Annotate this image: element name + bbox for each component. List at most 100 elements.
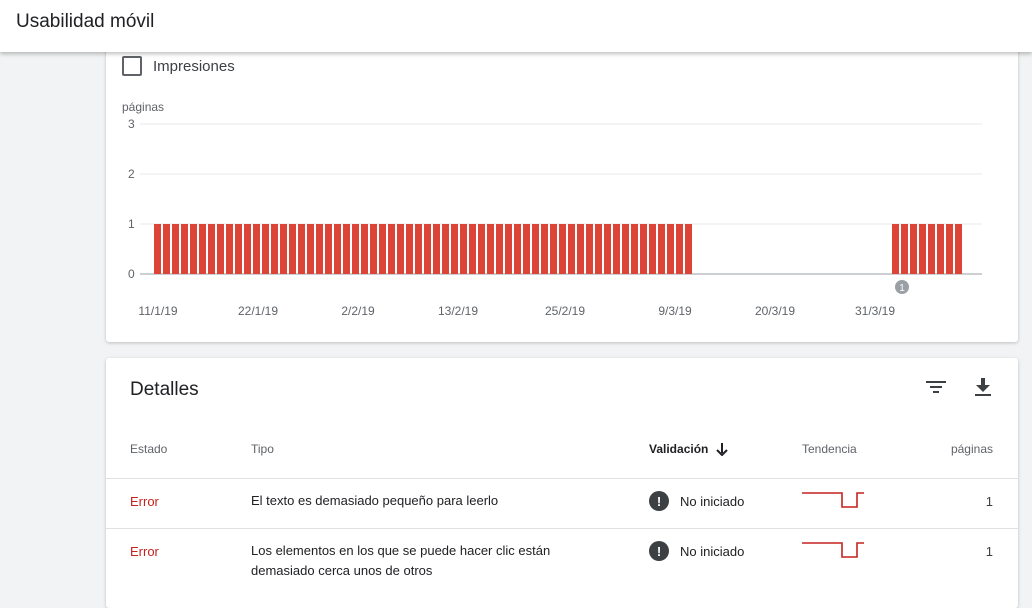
filter-icon [926,381,946,393]
bar [451,224,458,274]
trend-sparkline [802,542,864,558]
bar [280,224,287,274]
bar [181,224,188,274]
bar [514,224,521,274]
bar [523,224,530,274]
bar [397,224,404,274]
chart-card: Impresiones páginas 0 1 2 3 11/1/19 22/1/19 2/2… [106,40,1018,342]
bar [316,224,323,274]
x-tick-label: 20/3/19 [755,304,795,318]
bar [532,224,539,274]
x-tick-label: 25/2/19 [545,304,585,318]
bar [253,224,260,274]
bar [685,224,692,274]
bar [343,224,350,274]
bar [379,224,386,274]
row-divider [106,528,1018,529]
bar [334,224,341,274]
bar [469,224,476,274]
bar [262,224,269,274]
details-card: Detalles Estado Tipo Validación Tendenci… [106,358,1018,608]
exclamation-icon: ! [649,491,669,511]
row-1-tipo[interactable]: El texto es demasiado pequeño para leerl… [251,491,581,511]
y-tick-label: 1 [128,217,135,231]
details-title: Detalles [130,379,199,400]
bar [442,224,449,274]
bar [172,224,179,274]
x-tick-label: 31/3/19 [855,304,895,318]
bar [568,224,575,274]
y-tick-label: 0 [128,267,135,281]
bar [289,224,296,274]
bar [676,224,683,274]
row-2-estado: Error [130,544,159,559]
bar [235,224,242,274]
pages-bar-chart: páginas 0 1 2 3 11/1/19 22/1/19 2/2/19 13/2/19 25… [122,100,982,318]
x-tick-label: 22/1/19 [238,304,278,318]
page-title: Usabilidad móvil [16,11,155,32]
column-header-validacion-label: Validación [649,442,709,456]
bar [550,224,557,274]
bar [370,224,377,274]
bar [424,224,431,274]
y-tick-label: 3 [128,117,135,131]
bar [487,224,494,274]
bar [298,224,305,274]
bar [208,224,215,274]
column-header-paginas[interactable]: páginas [934,442,993,456]
bar [919,224,926,274]
bar [910,224,917,274]
bar [244,224,251,274]
column-header-tipo[interactable]: Tipo [251,442,274,456]
column-header-validacion[interactable]: Validación [649,442,729,456]
bar [154,224,161,274]
row-2-paginas: 1 [985,544,993,559]
bar [388,224,395,274]
bar [901,224,908,274]
bar [928,224,935,274]
bar [658,224,665,274]
arrow-down-icon [716,442,729,456]
annotation-label: 1 [899,283,905,294]
bar [478,224,485,274]
bar [460,224,467,274]
bar [325,224,332,274]
bar [631,224,638,274]
bar [622,224,629,274]
trend-sparkline [802,492,864,508]
bar [190,224,197,274]
bar [541,224,548,274]
row-1-validacion-label: No iniciado [680,493,745,509]
bar [199,224,206,274]
filter-button[interactable] [920,371,952,403]
bar [667,224,674,274]
bar [604,224,611,274]
bar [271,224,278,274]
bar [406,224,413,274]
exclamation-icon: ! [649,541,669,561]
bar [217,224,224,274]
bar [955,224,962,274]
x-tick-label: 11/1/19 [138,304,177,318]
bar [307,224,314,274]
bar [352,224,359,274]
bar [433,224,440,274]
y-tick-label: 2 [128,167,135,181]
bar [415,224,422,274]
x-tick-label: 2/2/19 [341,304,375,318]
column-header-estado[interactable]: Estado [130,442,167,456]
row-1-paginas: 1 [985,494,993,509]
bar [226,224,233,274]
row-2-tipo[interactable]: Los elementos en los que se puede hacer … [251,541,581,581]
bar [649,224,656,274]
bar [892,224,899,274]
column-header-tendencia[interactable]: Tendencia [802,442,857,456]
x-tick-label: 13/2/19 [438,304,478,318]
row-divider [106,478,1018,479]
bar [361,224,368,274]
x-tick-label: 9/3/19 [658,304,692,318]
bar [559,224,566,274]
download-button[interactable] [967,371,999,403]
bar [613,224,620,274]
bar [577,224,584,274]
